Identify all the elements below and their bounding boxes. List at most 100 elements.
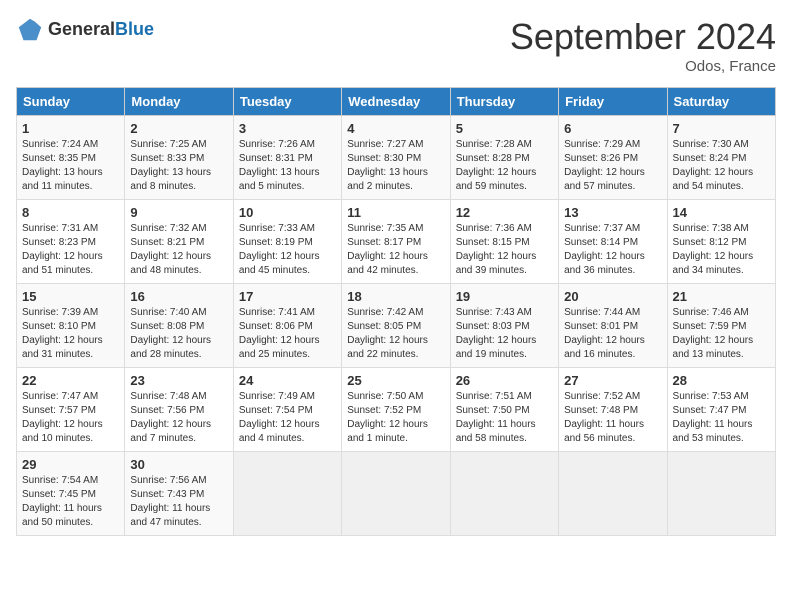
day-info: Sunrise: 7:54 AMSunset: 7:45 PMDaylight:… [22,475,102,528]
day-cell-1: 1 Sunrise: 7:24 AMSunset: 8:35 PMDayligh… [17,116,125,200]
day-cell-14: 14 Sunrise: 7:38 AMSunset: 8:12 PMDaylig… [667,200,775,284]
empty-cell [233,452,341,536]
empty-cell [342,452,450,536]
day-number: 28 [673,373,770,388]
day-info: Sunrise: 7:44 AMSunset: 8:01 PMDaylight:… [564,307,645,360]
day-info: Sunrise: 7:47 AMSunset: 7:57 PMDaylight:… [22,391,103,444]
day-number: 16 [130,289,227,304]
day-info: Sunrise: 7:49 AMSunset: 7:54 PMDaylight:… [239,391,320,444]
col-saturday: Saturday [667,88,775,116]
day-number: 20 [564,289,661,304]
day-number: 1 [22,121,119,136]
day-info: Sunrise: 7:41 AMSunset: 8:06 PMDaylight:… [239,307,320,360]
month-title: September 2024 [510,16,776,58]
day-number: 30 [130,457,227,472]
day-number: 26 [456,373,553,388]
day-info: Sunrise: 7:48 AMSunset: 7:56 PMDaylight:… [130,391,211,444]
calendar-row: 22 Sunrise: 7:47 AMSunset: 7:57 PMDaylig… [17,368,776,452]
col-wednesday: Wednesday [342,88,450,116]
day-info: Sunrise: 7:33 AMSunset: 8:19 PMDaylight:… [239,223,320,276]
day-cell-17: 17 Sunrise: 7:41 AMSunset: 8:06 PMDaylig… [233,284,341,368]
day-cell-19: 19 Sunrise: 7:43 AMSunset: 8:03 PMDaylig… [450,284,558,368]
day-cell-11: 11 Sunrise: 7:35 AMSunset: 8:17 PMDaylig… [342,200,450,284]
empty-cell [667,452,775,536]
day-number: 22 [22,373,119,388]
day-info: Sunrise: 7:51 AMSunset: 7:50 PMDaylight:… [456,391,536,444]
col-thursday: Thursday [450,88,558,116]
day-cell-8: 8 Sunrise: 7:31 AMSunset: 8:23 PMDayligh… [17,200,125,284]
day-info: Sunrise: 7:36 AMSunset: 8:15 PMDaylight:… [456,223,537,276]
col-monday: Monday [125,88,233,116]
day-number: 5 [456,121,553,136]
day-number: 11 [347,205,444,220]
day-cell-12: 12 Sunrise: 7:36 AMSunset: 8:15 PMDaylig… [450,200,558,284]
day-info: Sunrise: 7:27 AMSunset: 8:30 PMDaylight:… [347,139,428,192]
day-number: 15 [22,289,119,304]
day-cell-4: 4 Sunrise: 7:27 AMSunset: 8:30 PMDayligh… [342,116,450,200]
page-header: GeneralBlue September 2024 Odos, France [16,16,776,75]
day-info: Sunrise: 7:25 AMSunset: 8:33 PMDaylight:… [130,139,211,192]
day-info: Sunrise: 7:40 AMSunset: 8:08 PMDaylight:… [130,307,211,360]
day-number: 7 [673,121,770,136]
day-info: Sunrise: 7:39 AMSunset: 8:10 PMDaylight:… [22,307,103,360]
day-info: Sunrise: 7:32 AMSunset: 8:21 PMDaylight:… [130,223,211,276]
day-info: Sunrise: 7:56 AMSunset: 7:43 PMDaylight:… [130,475,210,528]
day-info: Sunrise: 7:42 AMSunset: 8:05 PMDaylight:… [347,307,428,360]
day-cell-27: 27 Sunrise: 7:52 AMSunset: 7:48 PMDaylig… [559,368,667,452]
day-cell-21: 21 Sunrise: 7:46 AMSunset: 7:59 PMDaylig… [667,284,775,368]
day-number: 12 [456,205,553,220]
day-cell-2: 2 Sunrise: 7:25 AMSunset: 8:33 PMDayligh… [125,116,233,200]
empty-cell [450,452,558,536]
day-number: 19 [456,289,553,304]
day-cell-28: 28 Sunrise: 7:53 AMSunset: 7:47 PMDaylig… [667,368,775,452]
calendar-row: 1 Sunrise: 7:24 AMSunset: 8:35 PMDayligh… [17,116,776,200]
day-cell-30: 30 Sunrise: 7:56 AMSunset: 7:43 PMDaylig… [125,452,233,536]
day-info: Sunrise: 7:30 AMSunset: 8:24 PMDaylight:… [673,139,754,192]
day-number: 27 [564,373,661,388]
day-number: 17 [239,289,336,304]
day-cell-24: 24 Sunrise: 7:49 AMSunset: 7:54 PMDaylig… [233,368,341,452]
calendar-table: Sunday Monday Tuesday Wednesday Thursday… [16,87,776,536]
day-number: 25 [347,373,444,388]
calendar-row: 29 Sunrise: 7:54 AMSunset: 7:45 PMDaylig… [17,452,776,536]
day-cell-26: 26 Sunrise: 7:51 AMSunset: 7:50 PMDaylig… [450,368,558,452]
day-number: 18 [347,289,444,304]
col-tuesday: Tuesday [233,88,341,116]
day-number: 6 [564,121,661,136]
day-number: 13 [564,205,661,220]
empty-cell [559,452,667,536]
calendar-row: 15 Sunrise: 7:39 AMSunset: 8:10 PMDaylig… [17,284,776,368]
day-cell-29: 29 Sunrise: 7:54 AMSunset: 7:45 PMDaylig… [17,452,125,536]
day-info: Sunrise: 7:35 AMSunset: 8:17 PMDaylight:… [347,223,428,276]
day-cell-15: 15 Sunrise: 7:39 AMSunset: 8:10 PMDaylig… [17,284,125,368]
day-cell-6: 6 Sunrise: 7:29 AMSunset: 8:26 PMDayligh… [559,116,667,200]
day-number: 2 [130,121,227,136]
day-cell-7: 7 Sunrise: 7:30 AMSunset: 8:24 PMDayligh… [667,116,775,200]
day-info: Sunrise: 7:52 AMSunset: 7:48 PMDaylight:… [564,391,644,444]
day-info: Sunrise: 7:29 AMSunset: 8:26 PMDaylight:… [564,139,645,192]
day-info: Sunrise: 7:53 AMSunset: 7:47 PMDaylight:… [673,391,753,444]
day-info: Sunrise: 7:31 AMSunset: 8:23 PMDaylight:… [22,223,103,276]
calendar-header-row: Sunday Monday Tuesday Wednesday Thursday… [17,88,776,116]
day-number: 3 [239,121,336,136]
day-number: 10 [239,205,336,220]
logo: GeneralBlue [16,16,154,44]
day-cell-25: 25 Sunrise: 7:50 AMSunset: 7:52 PMDaylig… [342,368,450,452]
day-info: Sunrise: 7:28 AMSunset: 8:28 PMDaylight:… [456,139,537,192]
calendar-row: 8 Sunrise: 7:31 AMSunset: 8:23 PMDayligh… [17,200,776,284]
day-number: 23 [130,373,227,388]
day-number: 8 [22,205,119,220]
day-cell-10: 10 Sunrise: 7:33 AMSunset: 8:19 PMDaylig… [233,200,341,284]
location: Odos, France [510,58,776,75]
day-number: 14 [673,205,770,220]
day-cell-20: 20 Sunrise: 7:44 AMSunset: 8:01 PMDaylig… [559,284,667,368]
day-number: 29 [22,457,119,472]
day-cell-5: 5 Sunrise: 7:28 AMSunset: 8:28 PMDayligh… [450,116,558,200]
day-cell-16: 16 Sunrise: 7:40 AMSunset: 8:08 PMDaylig… [125,284,233,368]
day-cell-3: 3 Sunrise: 7:26 AMSunset: 8:31 PMDayligh… [233,116,341,200]
day-cell-22: 22 Sunrise: 7:47 AMSunset: 7:57 PMDaylig… [17,368,125,452]
day-info: Sunrise: 7:24 AMSunset: 8:35 PMDaylight:… [22,139,103,192]
day-info: Sunrise: 7:37 AMSunset: 8:14 PMDaylight:… [564,223,645,276]
day-info: Sunrise: 7:26 AMSunset: 8:31 PMDaylight:… [239,139,320,192]
day-cell-13: 13 Sunrise: 7:37 AMSunset: 8:14 PMDaylig… [559,200,667,284]
